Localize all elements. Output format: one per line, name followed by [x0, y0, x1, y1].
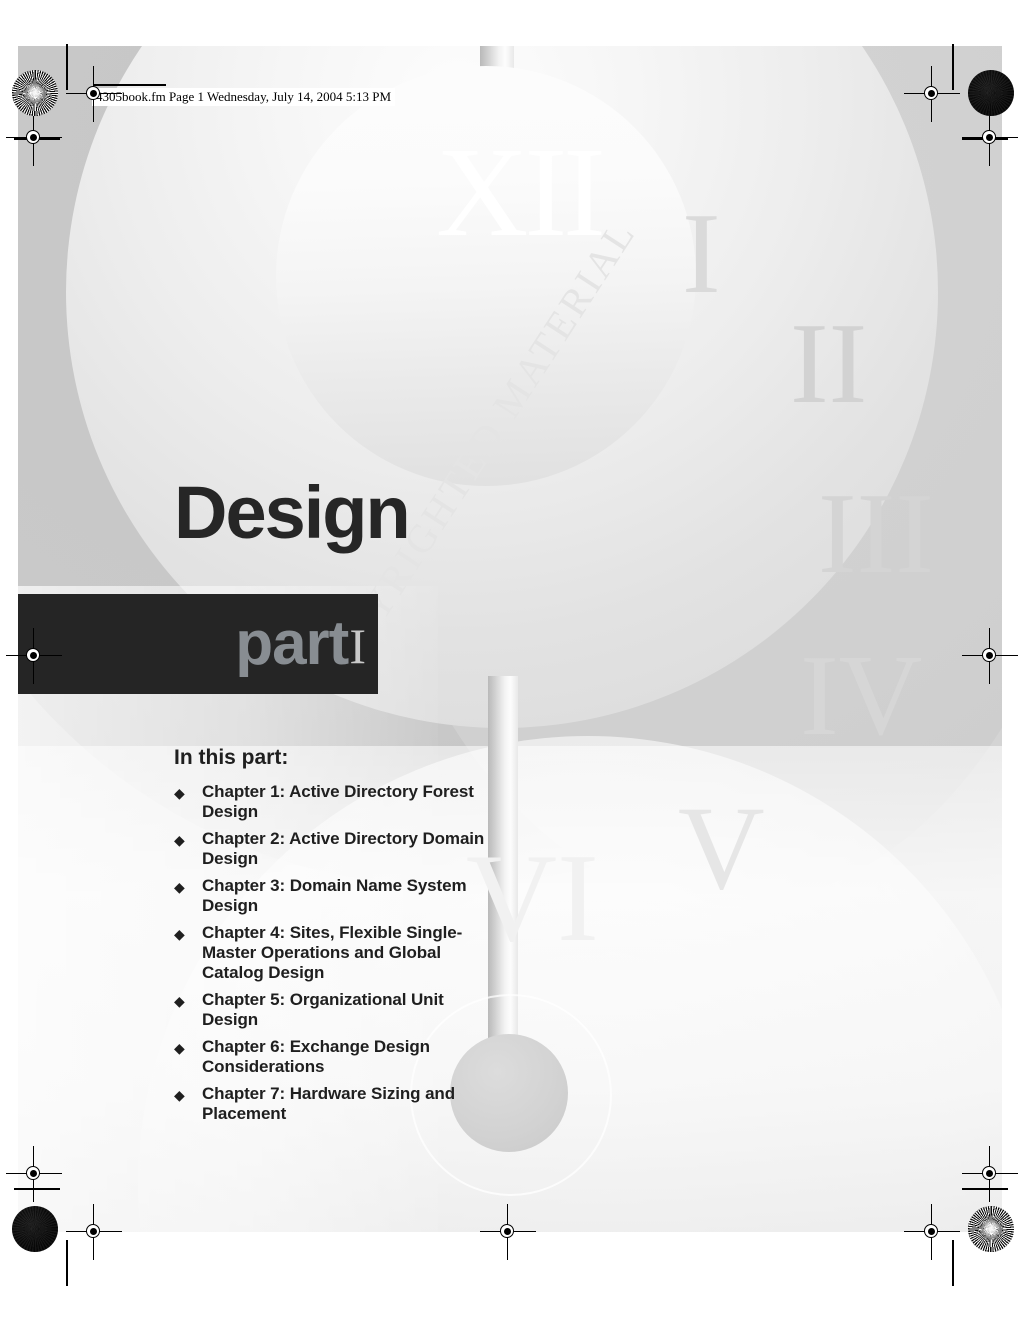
rosette-mark-top-left — [12, 70, 58, 116]
registration-mark-bottom-right — [904, 1204, 960, 1260]
list-item: ◆ Chapter 2: Active Directory Domain Des… — [174, 829, 504, 869]
list-item: ◆ Chapter 5: Organizational Unit Design — [174, 990, 504, 1030]
crop-mark-line — [14, 1188, 60, 1190]
diamond-bullet-icon: ◆ — [174, 879, 185, 895]
crop-mark-line — [962, 1188, 1008, 1190]
density-patch-bottom-left — [12, 1206, 58, 1252]
part-banner: part I — [18, 594, 378, 694]
chapter-label: Chapter 6: Exchange Design Consideration… — [202, 1037, 430, 1076]
list-item: ◆ Chapter 7: Hardware Sizing and Placeme… — [174, 1084, 504, 1124]
registration-mark-right-middle — [962, 628, 1018, 684]
diamond-bullet-icon: ◆ — [174, 926, 185, 942]
page-title: Design — [174, 471, 411, 554]
part-number: I — [349, 618, 366, 674]
diamond-bullet-icon: ◆ — [174, 832, 185, 848]
registration-mark-bottom-left — [66, 1204, 122, 1260]
chapter-label: Chapter 1: Active Directory Forest Desig… — [202, 782, 474, 821]
diamond-bullet-icon: ◆ — [174, 1087, 185, 1103]
registration-mark-left-lower — [6, 1146, 62, 1202]
chapter-label: Chapter 3: Domain Name System Design — [202, 876, 467, 915]
crop-mark-line — [66, 1240, 68, 1286]
chapter-label: Chapter 4: Sites, Flexible Single-Master… — [202, 923, 463, 982]
registration-mark-right-upper — [962, 110, 1018, 166]
list-item: ◆ Chapter 6: Exchange Design Considerati… — [174, 1037, 504, 1077]
list-item: ◆ Chapter 4: Sites, Flexible Single-Mast… — [174, 923, 504, 983]
registration-mark-top-right — [904, 66, 960, 122]
part-label: part — [235, 609, 349, 678]
registration-mark-bottom-center — [480, 1204, 536, 1260]
crop-mark-line — [66, 44, 68, 90]
diamond-bullet-icon: ◆ — [174, 785, 185, 801]
diamond-bullet-icon: ◆ — [174, 1040, 185, 1056]
chapter-label: Chapter 7: Hardware Sizing and Placement — [202, 1084, 455, 1123]
list-item: ◆ Chapter 1: Active Directory Forest Des… — [174, 782, 504, 822]
page-content: Design part I In this part: ◆ Chapter 1: … — [18, 46, 1002, 1232]
crop-mark-line — [952, 44, 954, 90]
density-patch-top-right — [968, 70, 1014, 116]
registration-mark-left-upper — [6, 110, 62, 166]
diamond-bullet-icon: ◆ — [174, 993, 185, 1009]
rosette-mark-bottom-right — [968, 1206, 1014, 1252]
chapter-list: ◆ Chapter 1: Active Directory Forest Des… — [174, 782, 504, 1131]
list-item: ◆ Chapter 3: Domain Name System Design — [174, 876, 504, 916]
book-page: XII I II III IV V VI COPYRIGHTED MATERIA… — [18, 46, 1002, 1232]
in-this-part-heading: In this part: — [174, 746, 289, 769]
registration-mark-top-left — [66, 66, 122, 122]
chapter-label: Chapter 2: Active Directory Domain Desig… — [202, 829, 485, 868]
chapter-label: Chapter 5: Organizational Unit Design — [202, 990, 444, 1029]
registration-mark-left-middle — [6, 628, 62, 684]
running-head: 4305book.fm Page 1 Wednesday, July 14, 2… — [92, 88, 396, 106]
registration-mark-right-lower — [962, 1146, 1018, 1202]
crop-mark-line — [952, 1240, 954, 1286]
